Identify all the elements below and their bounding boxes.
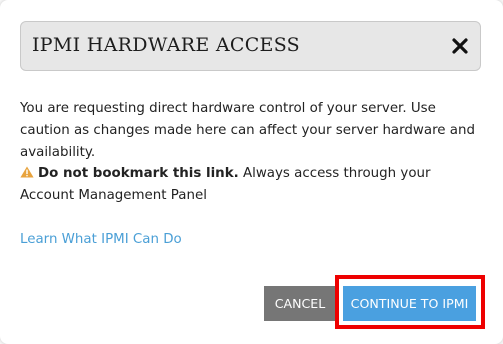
close-icon[interactable] [451,37,469,55]
continue-to-ipmi-button[interactable]: CONTINUE TO IPMI [343,286,476,321]
learn-ipmi-link[interactable]: Learn What IPMI Can Do [20,229,182,251]
warning-icon [20,164,34,178]
ipmi-access-dialog: IPMI HARDWARE ACCESS You are requesting … [0,0,503,344]
warning-message: Do not bookmark this link. Always access… [20,163,483,207]
dialog-message: You are requesting direct hardware contr… [20,101,475,160]
warning-bold-text: Do not bookmark this link. [38,166,239,181]
cancel-button[interactable]: CANCEL [264,286,336,321]
dialog-title: IPMI HARDWARE ACCESS [32,34,301,56]
dialog-header: IPMI HARDWARE ACCESS [20,21,481,71]
